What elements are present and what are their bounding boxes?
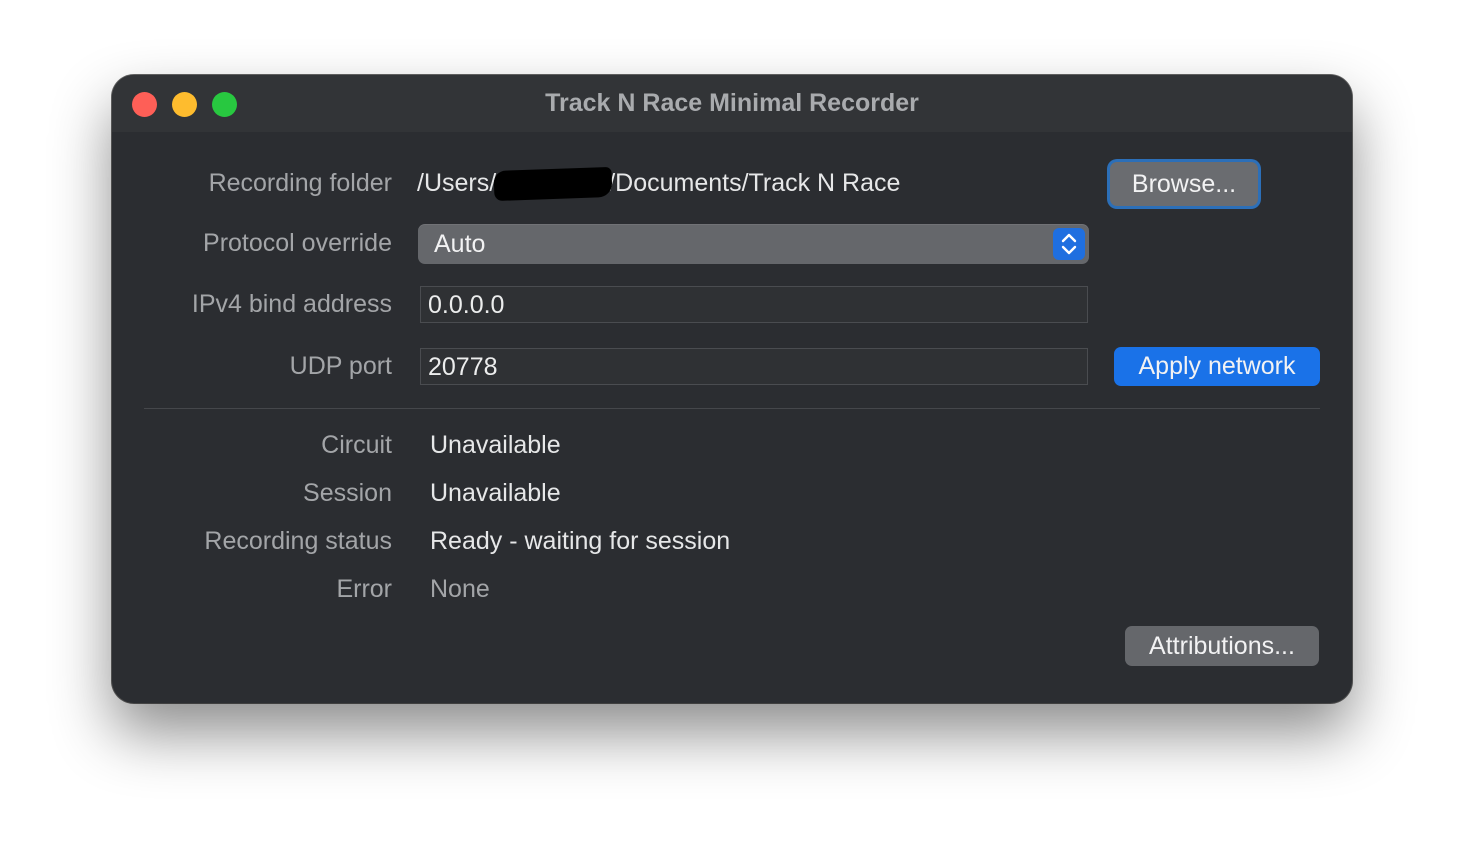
ipv4-bind-address-value: 0.0.0.0 [428,291,505,319]
circuit-label: Circuit [321,431,392,459]
udp-port-value: 20778 [428,353,498,381]
session-value: Unavailable [430,479,561,507]
section-divider [144,408,1320,409]
title-bar[interactable]: Track N Race Minimal Recorder [112,75,1352,132]
apply-network-button[interactable]: Apply network [1114,347,1320,386]
recording-status-label: Recording status [204,527,392,555]
chevron-up-down-icon [1053,228,1085,260]
ipv4-bind-address-label: IPv4 bind address [191,290,392,318]
error-value: None [430,575,490,603]
app-window: Track N Race Minimal Recorder Recording … [112,75,1352,703]
maximize-window-button[interactable] [212,92,237,117]
circuit-value: Unavailable [430,431,561,459]
recording-folder-path-prefix: /Users/ [417,169,497,197]
session-label: Session [303,479,392,507]
recording-folder-path-suffix: /Documents/Track N Race [608,169,901,197]
minimize-window-button[interactable] [172,92,197,117]
udp-port-label: UDP port [289,352,392,380]
ipv4-bind-address-field[interactable]: 0.0.0.0 [420,286,1088,323]
udp-port-field[interactable]: 20778 [420,348,1088,385]
recording-status-value: Ready - waiting for session [430,527,731,555]
close-window-button[interactable] [132,92,157,117]
window-title: Track N Race Minimal Recorder [545,89,919,117]
recording-folder-label: Recording folder [208,169,392,197]
redaction-mark [493,167,613,202]
protocol-override-select[interactable]: Auto [418,224,1089,264]
protocol-override-value: Auto [434,230,486,258]
recording-folder-path: /Users/ /Documents/Track N Race [417,167,901,202]
browse-button[interactable]: Browse... [1110,162,1258,206]
error-label: Error [336,575,392,603]
protocol-override-label: Protocol override [203,229,392,257]
attributions-button[interactable]: Attributions... [1125,626,1319,666]
